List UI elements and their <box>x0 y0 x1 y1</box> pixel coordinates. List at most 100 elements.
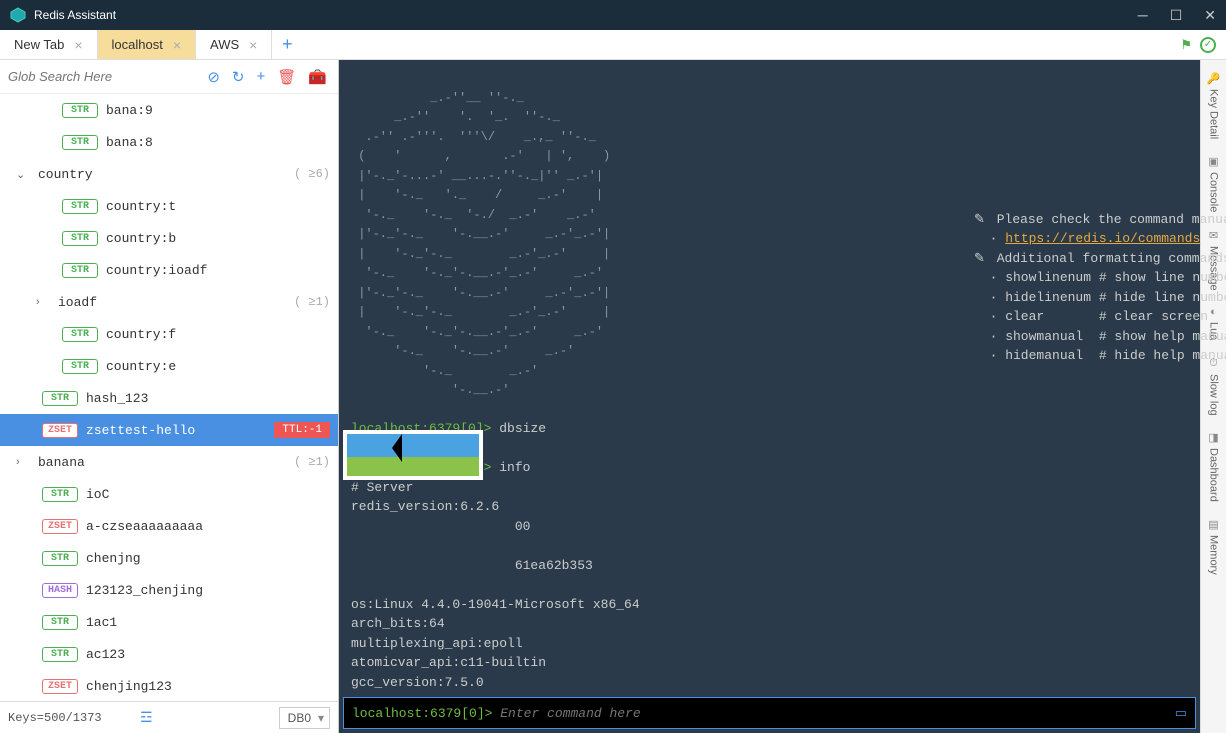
rail-tab[interactable]: ◨ Dashboard <box>1208 425 1220 508</box>
refresh-icon[interactable]: ↻ <box>229 68 248 86</box>
tree-key[interactable]: STRbana:9 <box>0 94 338 126</box>
key-label: chenjing123 <box>86 679 172 694</box>
type-tag: STR <box>62 359 98 374</box>
tab-label: AWS <box>210 37 239 52</box>
db-selector[interactable]: DB0 <box>279 707 330 729</box>
rail-label: Key Detail <box>1208 89 1220 139</box>
key-label: chenjng <box>86 551 141 566</box>
key-label: ioC <box>86 487 109 502</box>
close-tab-icon[interactable]: × <box>173 37 181 53</box>
type-tag: STR <box>62 231 98 246</box>
right-rail: 🔑Key Detail▣Console✉Message◐Lua⏱Slow log… <box>1200 60 1226 733</box>
type-tag: STR <box>42 615 78 630</box>
tree-key[interactable]: STR ioC <box>0 478 338 510</box>
tab[interactable]: New Tab× <box>0 30 98 59</box>
group-label: ioadf <box>58 295 97 310</box>
tab-bar: New Tab×localhost× AWS × + ⚑ ✓ <box>0 30 1226 60</box>
group-count: ( ≥6) <box>294 167 330 181</box>
tree-key[interactable]: STR country:f <box>0 318 338 350</box>
tree-key[interactable]: STR hash_123 <box>0 382 338 414</box>
tree-key[interactable]: STRcountry:b <box>0 222 338 254</box>
command-input-row: localhost:6379[0]> ▭ <box>343 697 1196 729</box>
tab[interactable]: localhost× <box>98 30 197 59</box>
tree-group[interactable]: ›banana( ≥1) <box>0 446 338 478</box>
pen-icon: ✎ <box>974 212 985 227</box>
tree-key[interactable]: STR1ac1 <box>0 606 338 638</box>
sidebar: ⊘ ↻ + 🗑 🧰 STRbana:9STRbana:8⌄country( ≥6… <box>0 60 339 733</box>
search-input[interactable] <box>8 69 198 84</box>
type-tag: STR <box>42 487 78 502</box>
tree-key[interactable]: STR chenjng <box>0 542 338 574</box>
tree-key[interactable]: ZSETzsettest-helloTTL:-1 <box>0 414 338 446</box>
rail-label: Memory <box>1208 535 1220 575</box>
console-panel: _.-''__ ''-._ _.-'' '. '_. ''-._ .-'' .-… <box>339 60 1200 733</box>
ttl-badge: TTL:-1 <box>274 422 330 438</box>
chevron-icon: ⌄ <box>16 168 30 181</box>
type-tag: STR <box>42 647 78 662</box>
status-ok-icon[interactable]: ✓ <box>1200 37 1216 53</box>
rail-tab[interactable]: ▤ Memory <box>1208 512 1220 581</box>
minimize-button[interactable]: ─ <box>1138 7 1148 24</box>
key-count: Keys=500/1373 <box>8 711 134 725</box>
pen-icon: ✎ <box>974 251 985 266</box>
tab[interactable]: AWS × <box>196 30 272 59</box>
chevron-icon: › <box>16 456 30 468</box>
maximize-button[interactable]: ☐ <box>1170 7 1183 24</box>
key-label: a-czseaaaaaaaaa <box>86 519 203 534</box>
rail-tab[interactable]: 🔑 Key Detail <box>1207 66 1221 145</box>
pin-icon[interactable]: ⚑ <box>1180 37 1192 53</box>
tree-group[interactable]: ⌄country( ≥6) <box>0 158 338 190</box>
close-tab-icon[interactable]: × <box>249 37 257 53</box>
thumbnail-image <box>343 430 483 480</box>
add-key-icon[interactable]: + <box>254 68 269 85</box>
rail-label: Dashboard <box>1208 448 1220 502</box>
tree-key[interactable]: ZSETchenjing123 <box>0 670 338 701</box>
command-prompt: localhost:6379[0]> <box>352 706 492 721</box>
key-label: country:e <box>106 359 176 374</box>
rail-icon: ▤ <box>1208 518 1218 531</box>
key-label: zsettest-hello <box>86 423 195 438</box>
add-tab-button[interactable]: + <box>272 30 302 59</box>
tree-key[interactable]: STR ac123 <box>0 638 338 670</box>
group-count: ( ≥1) <box>294 295 330 309</box>
app-logo-icon <box>10 7 26 23</box>
tree-key[interactable]: STRbana:8 <box>0 126 338 158</box>
tree-key[interactable]: STRcountry:t <box>0 190 338 222</box>
search-toolbar: ⊘ ↻ + 🗑 🧰 <box>0 60 338 94</box>
type-tag: STR <box>42 391 78 406</box>
ascii-logo: _.-''__ ''-._ _.-'' '. '_. ''-._ .-'' .-… <box>351 91 610 398</box>
rail-icon: 🔑 <box>1207 72 1221 85</box>
commands-link[interactable]: https://redis.io/commands <box>1005 231 1200 246</box>
console-output: _.-''__ ''-._ _.-'' '. '_. ''-._ .-'' .-… <box>339 60 1200 693</box>
type-tag: HASH <box>42 583 78 598</box>
tree-key[interactable]: HASH123123_chenjing <box>0 574 338 606</box>
key-label: country:f <box>106 327 176 342</box>
type-tag: STR <box>42 551 78 566</box>
type-tag: STR <box>62 135 98 150</box>
key-label: ac123 <box>86 647 125 662</box>
key-label: country:ioadf <box>106 263 207 278</box>
status-bar: Keys=500/1373 ☲ DB0 <box>0 701 338 733</box>
group-count: ( ≥1) <box>294 455 330 469</box>
key-label: hash_123 <box>86 391 148 406</box>
type-tag: STR <box>62 103 98 118</box>
key-label: country:t <box>106 199 176 214</box>
tree-key[interactable]: STR country:e <box>0 350 338 382</box>
chevron-icon: › <box>36 296 50 308</box>
type-tag: STR <box>62 327 98 342</box>
close-button[interactable]: ✕ <box>1204 7 1216 24</box>
rail-icon: ◨ <box>1208 431 1218 444</box>
tree-group[interactable]: › ioadf ( ≥1) <box>0 286 338 318</box>
type-tag: STR <box>62 263 98 278</box>
expand-console-icon[interactable]: ▭ <box>1175 706 1187 721</box>
toolbox-icon[interactable]: 🧰 <box>305 68 330 86</box>
tree-key[interactable]: STR country:ioadf <box>0 254 338 286</box>
clear-search-icon[interactable]: ⊘ <box>204 68 223 86</box>
tree-key[interactable]: ZSETa-czseaaaaaaaaa <box>0 510 338 542</box>
help-panel: ✎ Please check the command manual: · htt… <box>974 190 1226 366</box>
close-tab-icon[interactable]: × <box>74 37 82 53</box>
command-input[interactable] <box>500 706 1174 721</box>
rail-label: Slow log <box>1208 374 1220 416</box>
list-view-icon[interactable]: ☲ <box>140 709 153 726</box>
delete-icon[interactable]: 🗑 <box>274 68 299 86</box>
